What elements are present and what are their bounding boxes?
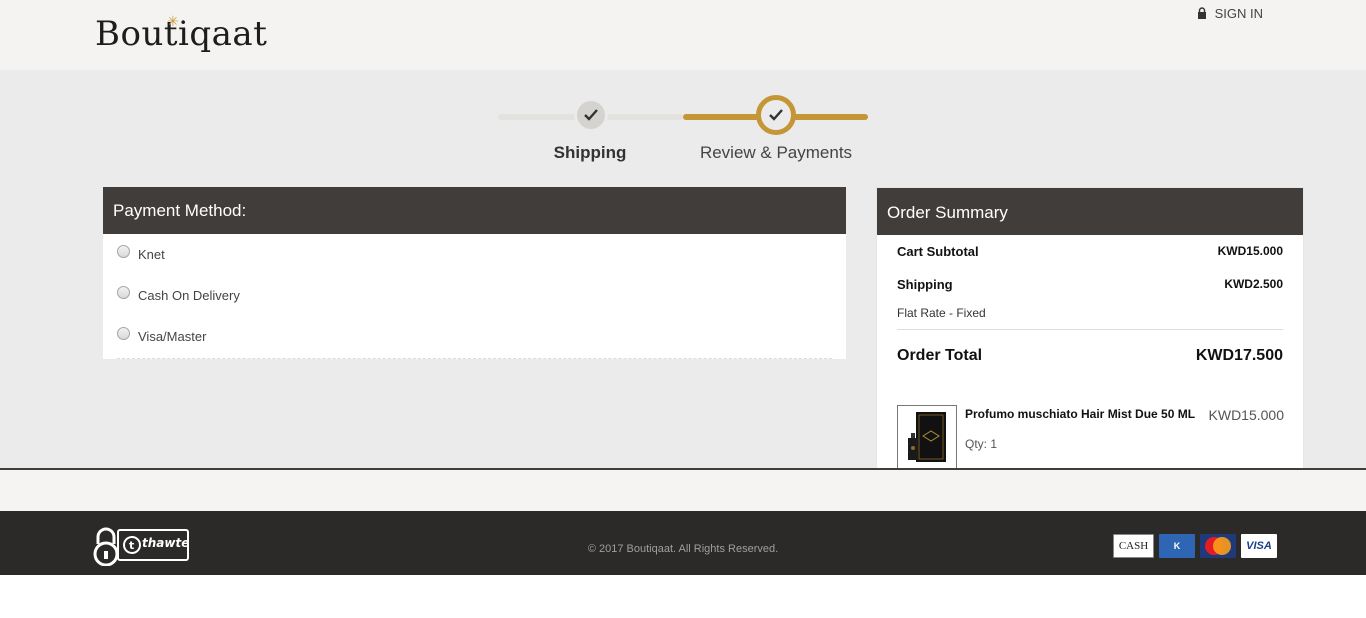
cash-icon: CASH xyxy=(1113,534,1154,558)
product-qty: Qty: 1 xyxy=(965,437,998,451)
perfume-box-image xyxy=(908,412,946,462)
divider xyxy=(897,329,1283,330)
payment-option-visa-master[interactable]: Visa/Master xyxy=(117,327,207,344)
payment-method-title: Payment Method: xyxy=(103,187,846,234)
site-header: Boutiqaat ✳ SIGN IN xyxy=(0,0,1366,70)
payment-method-panel: Payment Method: Knet Cash On Delivery Vi… xyxy=(103,187,846,359)
product-price: KWD15.000 xyxy=(1208,407,1284,423)
check-icon xyxy=(584,109,598,121)
product-thumbnail[interactable] xyxy=(897,405,957,471)
lock-icon xyxy=(1197,7,1206,19)
step-review-marker xyxy=(756,95,796,135)
logo-text: Boutiqaat xyxy=(95,14,268,54)
order-total-value: KWD17.500 xyxy=(1195,347,1283,364)
radio-knet[interactable] xyxy=(117,245,130,258)
sign-in-link[interactable]: SIGN IN xyxy=(1197,6,1263,21)
step-shipping-marker[interactable] xyxy=(574,98,608,132)
radio-cod[interactable] xyxy=(117,286,130,299)
payment-option-cod[interactable]: Cash On Delivery xyxy=(117,286,240,303)
payment-option-knet[interactable]: Knet xyxy=(117,245,165,262)
payment-icons: CASH K VISA xyxy=(1113,534,1277,558)
order-summary-panel: Order Summary Cart Subtotal KWD15.000 Sh… xyxy=(876,187,1304,492)
order-summary-title: Order Summary xyxy=(877,188,1303,235)
step-shipping-label[interactable]: Shipping xyxy=(540,143,640,163)
shipping-value: KWD2.500 xyxy=(1224,277,1283,291)
payment-option-label: Cash On Delivery xyxy=(138,288,240,303)
check-icon xyxy=(769,109,783,121)
sign-in-label: SIGN IN xyxy=(1214,6,1263,21)
logo-star-icon: ✳ xyxy=(167,13,179,29)
cart-subtotal-label: Cart Subtotal xyxy=(897,244,979,259)
order-total-row: Order Total KWD17.500 xyxy=(897,347,1283,365)
shipping-method-row: Flat Rate - Fixed xyxy=(897,306,1283,320)
knet-icon: K xyxy=(1159,534,1195,558)
shipping-label: Shipping xyxy=(897,277,953,292)
cart-subtotal-row: Cart Subtotal KWD15.000 xyxy=(897,244,1283,259)
payment-option-label: Knet xyxy=(138,247,165,262)
divider xyxy=(117,358,832,359)
radio-visa-master[interactable] xyxy=(117,327,130,340)
visa-icon: VISA xyxy=(1241,534,1277,558)
order-total-label: Order Total xyxy=(897,347,983,364)
product-name[interactable]: Profumo muschiato Hair Mist Due 50 ML xyxy=(965,407,1195,421)
cart-subtotal-value: KWD15.000 xyxy=(1217,244,1283,258)
shipping-row: Shipping KWD2.500 xyxy=(897,277,1283,292)
mastercard-icon xyxy=(1200,534,1236,558)
site-footer: t thawte © 2017 Boutiqaat. All Rights Re… xyxy=(0,511,1366,575)
step-review-label: Review & Payments xyxy=(699,143,853,162)
payment-option-label: Visa/Master xyxy=(138,329,207,344)
boutiqaat-logo[interactable]: Boutiqaat ✳ xyxy=(95,8,267,60)
shipping-method: Flat Rate - Fixed xyxy=(897,306,986,320)
content-bottom xyxy=(0,470,1366,511)
